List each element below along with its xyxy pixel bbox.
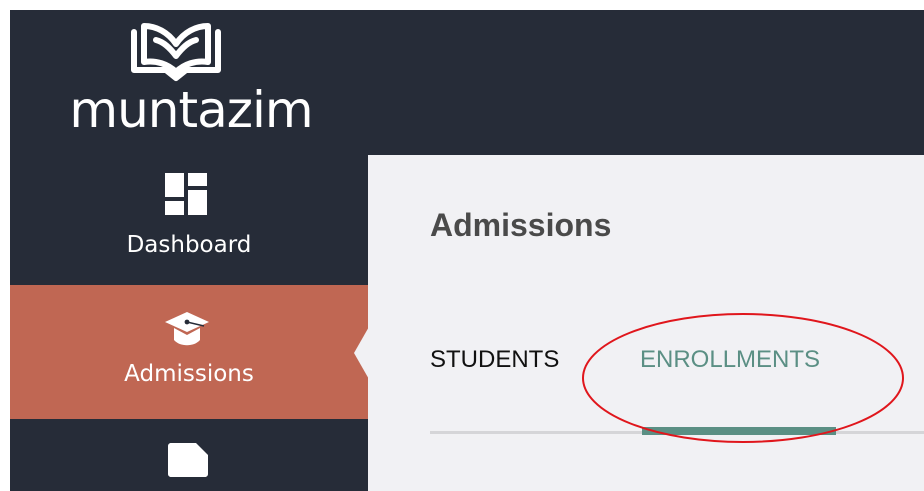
sidebar-item-documents[interactable] [10, 419, 368, 491]
brand-name: muntazim [69, 81, 313, 139]
active-item-pointer [354, 325, 370, 381]
tab-students[interactable]: STUDENTS [430, 343, 559, 377]
sidebar-item-admissions[interactable]: Admissions [10, 285, 368, 419]
main-content: Admissions STUDENTS ENROLLMENTS [354, 155, 924, 491]
brand-logo[interactable]: muntazim [10, 10, 368, 155]
sidebar-item-label: Dashboard [126, 232, 252, 258]
app-window: muntazim Dashboard Admissions Admissions… [10, 10, 924, 491]
graduation-cap-icon [165, 312, 209, 346]
open-book-icon [131, 23, 221, 81]
active-tab-indicator [642, 427, 836, 435]
tab-bar: STUDENTS ENROLLMENTS [430, 343, 924, 439]
tab-enrollments[interactable]: ENROLLMENTS [640, 343, 820, 377]
sidebar-item-label: Admissions [124, 361, 254, 387]
sidebar-item-dashboard[interactable]: Dashboard [10, 155, 368, 285]
sidebar: muntazim Dashboard Admissions [10, 10, 368, 491]
document-icon [168, 443, 208, 477]
page-title: Admissions [430, 207, 612, 243]
dashboard-grid-icon [165, 173, 207, 215]
